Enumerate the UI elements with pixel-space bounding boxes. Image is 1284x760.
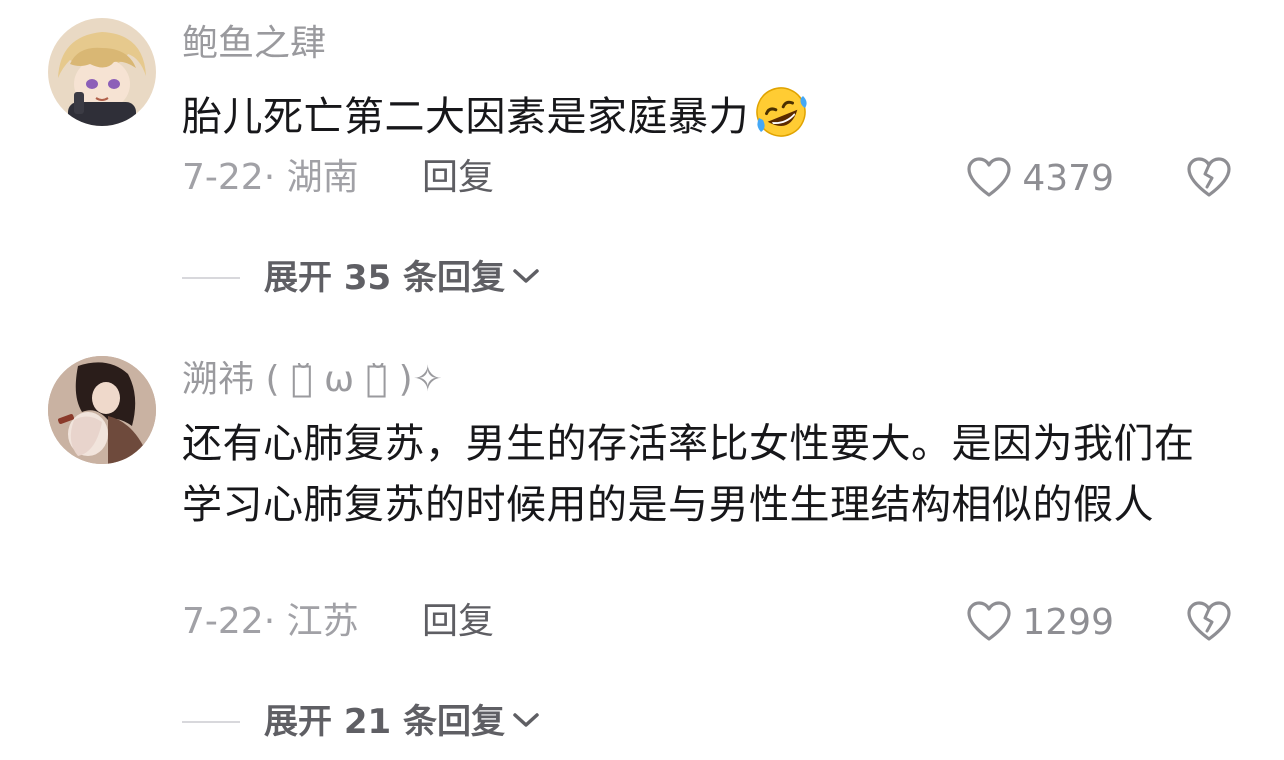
chevron-down-icon [511,266,541,290]
like-button[interactable]: 4379 [966,156,1114,202]
comment-text-body: 胎儿死亡第二大因素是家庭暴力 [182,94,749,140]
chevron-down-icon [511,710,541,734]
like-count: 4379 [1022,158,1114,199]
comment-text: 胎儿死亡第二大因素是家庭暴力 [182,84,1232,158]
expand-replies-label: 展开 35 条回复 [264,258,505,298]
rofl-emoji-icon [753,84,809,158]
expand-replies[interactable]: 展开 21 条回复 [182,700,541,744]
divider-line [182,721,240,723]
broken-heart-icon [1186,601,1232,646]
like-button[interactable]: 1299 [966,600,1114,646]
dislike-button[interactable] [1186,600,1232,646]
broken-heart-icon [1186,157,1232,202]
comment-meta: 7-22· 江苏 回复 [182,600,494,644]
comment-meta: 7-22· 湖南 回复 [182,156,494,200]
avatar[interactable] [48,18,156,126]
username[interactable]: 溯祎 ( ･̆ ω ･̆ )✧ [182,358,443,402]
date-location: 7-22· 江苏 [182,601,359,642]
date-location: 7-22· 湖南 [182,157,359,198]
comment-text: 还有心肺复苏，男生的存活率比女性要大。是因为我们在学习心肺复苏的时候用的是与男性… [182,421,1195,528]
username[interactable]: 鲍鱼之肆 [182,22,326,66]
expand-replies[interactable]: 展开 35 条回复 [182,256,541,300]
heart-outline-icon [966,600,1012,646]
avatar[interactable] [48,356,156,464]
like-count: 1299 [1022,602,1114,643]
reply-button[interactable]: 回复 [422,156,494,200]
heart-outline-icon [966,156,1012,202]
dislike-button[interactable] [1186,156,1232,202]
reply-button[interactable]: 回复 [422,600,494,644]
divider-line [182,277,240,279]
expand-replies-label: 展开 21 条回复 [264,702,505,742]
